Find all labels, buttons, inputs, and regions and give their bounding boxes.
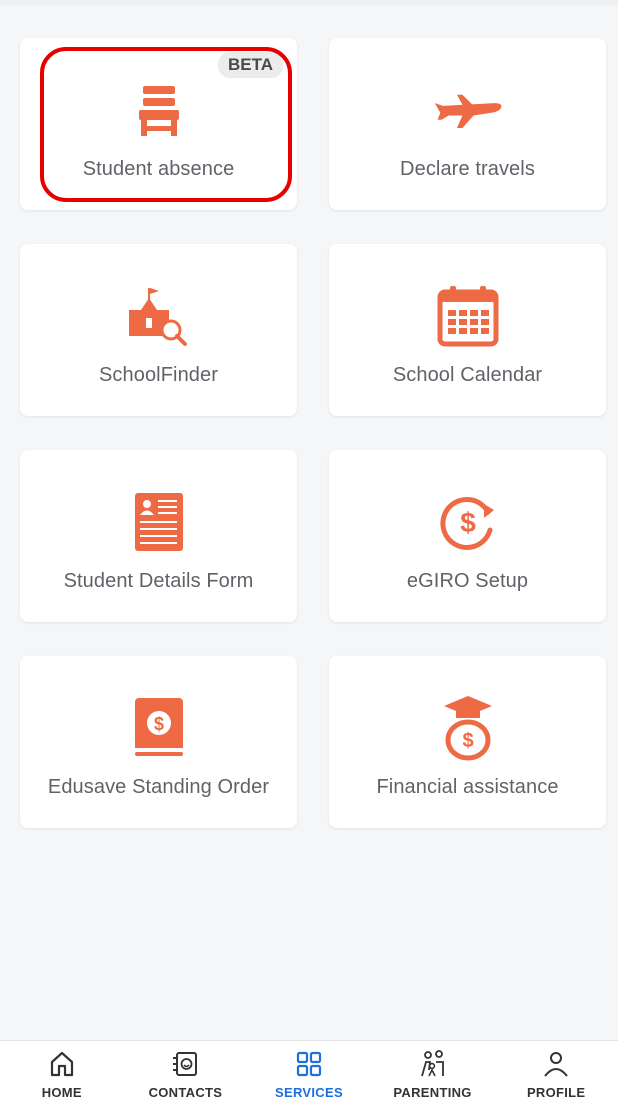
- service-card-schoolfinder[interactable]: SchoolFinder: [20, 244, 297, 416]
- service-card-financial-assistance[interactable]: $ Financial assistance: [329, 656, 606, 828]
- service-card-student-absence[interactable]: BETA Student absence: [20, 38, 297, 210]
- service-card-edusave-standing-order[interactable]: $ Edusave Standing Order: [20, 656, 297, 828]
- service-label: Edusave Standing Order: [47, 776, 270, 798]
- bottom-navigation: HOME CONTACTS SERVICES PARENTING PROFILE: [0, 1040, 618, 1107]
- svg-text:$: $: [460, 507, 476, 538]
- nav-item-services[interactable]: SERVICES: [254, 1049, 364, 1100]
- service-card-declare-travels[interactable]: Declare travels: [329, 38, 606, 210]
- nav-label: HOME: [41, 1084, 82, 1100]
- profile-icon: [541, 1049, 571, 1079]
- services-grid: BETA Student absence Declare travels Sch…: [20, 38, 606, 828]
- chair-icon: [123, 78, 195, 142]
- svg-text:$: $: [462, 730, 473, 752]
- parenting-icon: [418, 1049, 448, 1079]
- contacts-icon: [170, 1049, 200, 1079]
- edusave-book-icon: $: [123, 696, 195, 760]
- nav-item-profile[interactable]: PROFILE: [501, 1049, 611, 1100]
- service-card-student-details-form[interactable]: Student Details Form: [20, 450, 297, 622]
- form-icon: [123, 490, 195, 554]
- airplane-icon: [432, 78, 504, 142]
- service-label: School Calendar: [392, 364, 543, 386]
- nav-item-contacts[interactable]: CONTACTS: [130, 1049, 240, 1100]
- service-label: SchoolFinder: [98, 364, 219, 386]
- nav-label: PARENTING: [393, 1084, 472, 1100]
- nav-item-parenting[interactable]: PARENTING: [378, 1049, 488, 1100]
- nav-label: CONTACTS: [148, 1084, 223, 1100]
- services-grid-icon: [294, 1049, 324, 1079]
- recurring-payment-icon: $: [432, 490, 504, 554]
- service-label: eGIRO Setup: [406, 570, 529, 592]
- top-strip: [0, 0, 618, 6]
- service-label: Financial assistance: [376, 776, 559, 798]
- school-search-icon: [123, 284, 195, 348]
- service-card-egiro-setup[interactable]: $ eGIRO Setup: [329, 450, 606, 622]
- home-icon: [47, 1049, 77, 1079]
- nav-label: PROFILE: [526, 1084, 586, 1100]
- svg-text:$: $: [153, 714, 163, 734]
- nav-item-home[interactable]: HOME: [7, 1049, 117, 1100]
- service-card-school-calendar[interactable]: School Calendar: [329, 244, 606, 416]
- nav-label: SERVICES: [275, 1084, 343, 1100]
- service-label: Declare travels: [400, 158, 535, 180]
- calendar-icon: [432, 284, 504, 348]
- service-label: Student Details Form: [63, 570, 254, 592]
- service-label: Student absence: [82, 158, 235, 180]
- graduation-money-bag-icon: $: [432, 696, 504, 761]
- beta-badge: BETA: [217, 52, 283, 78]
